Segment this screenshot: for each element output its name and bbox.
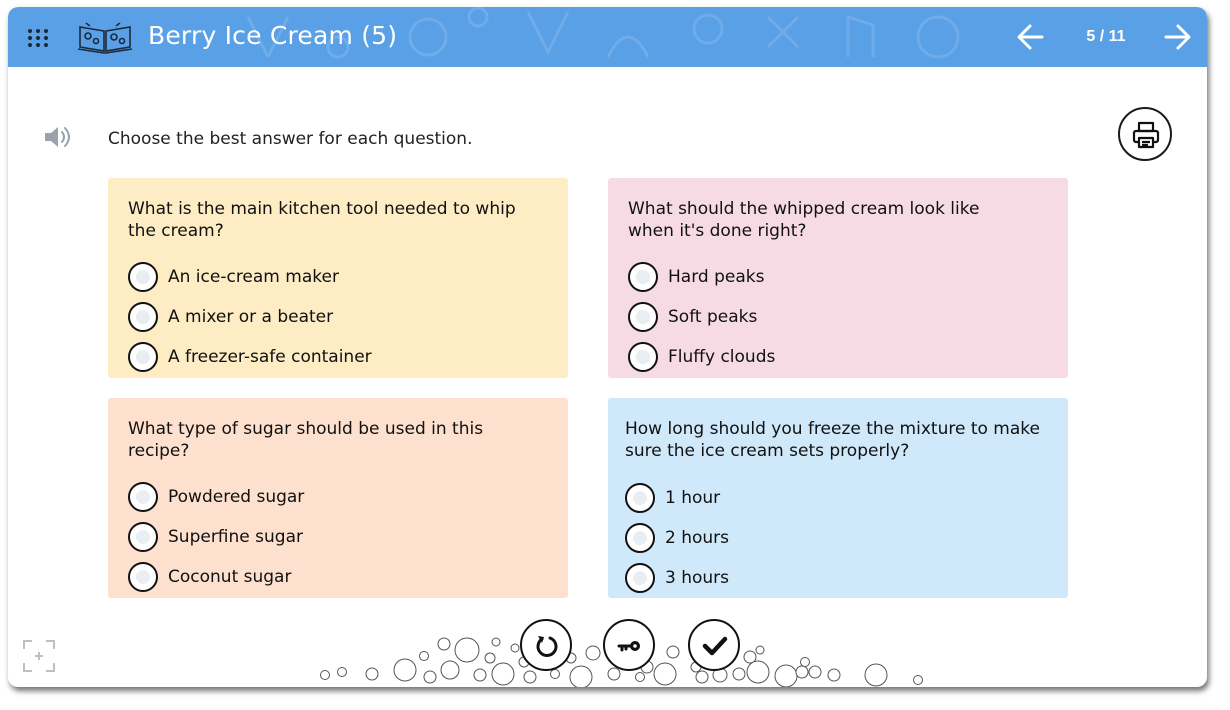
- answer-option[interactable]: 1 hour: [625, 478, 1048, 518]
- option-label: An ice-cream maker: [168, 267, 339, 287]
- radio-button[interactable]: [128, 562, 158, 592]
- page-counter: 5 / 11: [1086, 28, 1126, 45]
- show-answers-button[interactable]: [603, 619, 655, 671]
- question-text: What is the main kitchen tool needed to …: [128, 199, 516, 241]
- answer-option[interactable]: A mixer or a beater: [128, 297, 548, 337]
- header-bar: Berry Ice Cream (5) 5 / 11: [8, 7, 1207, 67]
- check-button[interactable]: [688, 619, 740, 671]
- option-label: 1 hour: [665, 488, 721, 508]
- option-label: Coconut sugar: [168, 567, 292, 587]
- option-label: 3 hours: [665, 568, 730, 588]
- option-label: 2 hours: [665, 528, 730, 548]
- speaker-icon[interactable]: [42, 124, 72, 150]
- option-label: Superfine sugar: [168, 527, 303, 547]
- page-title: Berry Ice Cream (5): [148, 21, 398, 50]
- option-label: A freezer-safe container: [168, 347, 372, 367]
- radio-button[interactable]: [628, 342, 658, 372]
- question-card-3: What type of sugar should be used in thi…: [108, 398, 568, 598]
- radio-button[interactable]: [128, 522, 158, 552]
- question-card-1: What is the main kitchen tool needed to …: [108, 178, 568, 378]
- arrow-left-icon[interactable]: [1012, 21, 1048, 53]
- answer-option[interactable]: Superfine sugar: [128, 517, 548, 557]
- radio-button[interactable]: [628, 262, 658, 292]
- option-label: A mixer or a beater: [168, 307, 334, 327]
- question-text: How long should you freeze the mixture t…: [625, 419, 1040, 461]
- app-window: Berry Ice Cream (5) 5 / 11 Choose the be…: [8, 7, 1207, 687]
- answer-option[interactable]: Coconut sugar: [128, 557, 548, 597]
- radio-button[interactable]: [128, 262, 158, 292]
- option-label: Soft peaks: [668, 307, 758, 327]
- answer-option[interactable]: 3 hours: [625, 558, 1048, 598]
- radio-button[interactable]: [625, 523, 655, 553]
- radio-button[interactable]: [128, 342, 158, 372]
- arrow-right-icon[interactable]: [1160, 21, 1196, 53]
- option-label: Fluffy clouds: [668, 347, 776, 367]
- question-text: What type of sugar should be used in thi…: [128, 419, 484, 461]
- radio-button[interactable]: [128, 302, 158, 332]
- radio-button[interactable]: [625, 563, 655, 593]
- answer-option[interactable]: Fluffy clouds: [628, 337, 1048, 377]
- book-logo-icon: [77, 22, 133, 54]
- grid-icon[interactable]: [26, 26, 50, 50]
- retry-icon: [536, 636, 558, 657]
- print-button[interactable]: [1118, 107, 1172, 161]
- answer-option[interactable]: A freezer-safe container: [128, 337, 548, 377]
- answer-option[interactable]: 2 hours: [625, 518, 1048, 558]
- question-card-4: How long should you freeze the mixture t…: [608, 398, 1068, 598]
- answer-option[interactable]: Hard peaks: [628, 257, 1048, 297]
- instructions-text: Choose the best answer for each question…: [108, 129, 473, 149]
- key-icon: [617, 641, 640, 652]
- question-text: What should the whipped cream look like …: [628, 199, 980, 241]
- question-card-2: What should the whipped cream look like …: [608, 178, 1068, 378]
- option-label: Hard peaks: [668, 267, 765, 287]
- answer-option[interactable]: Soft peaks: [628, 297, 1048, 337]
- answer-option[interactable]: Powdered sugar: [128, 477, 548, 517]
- radio-button[interactable]: [625, 483, 655, 513]
- retry-button[interactable]: [520, 619, 572, 671]
- answer-option[interactable]: An ice-cream maker: [128, 257, 548, 297]
- radio-button[interactable]: [628, 302, 658, 332]
- check-icon: [702, 636, 728, 656]
- fullscreen-icon[interactable]: [22, 639, 56, 673]
- radio-button[interactable]: [128, 482, 158, 512]
- option-label: Powdered sugar: [168, 487, 305, 507]
- printer-icon: [1132, 121, 1160, 149]
